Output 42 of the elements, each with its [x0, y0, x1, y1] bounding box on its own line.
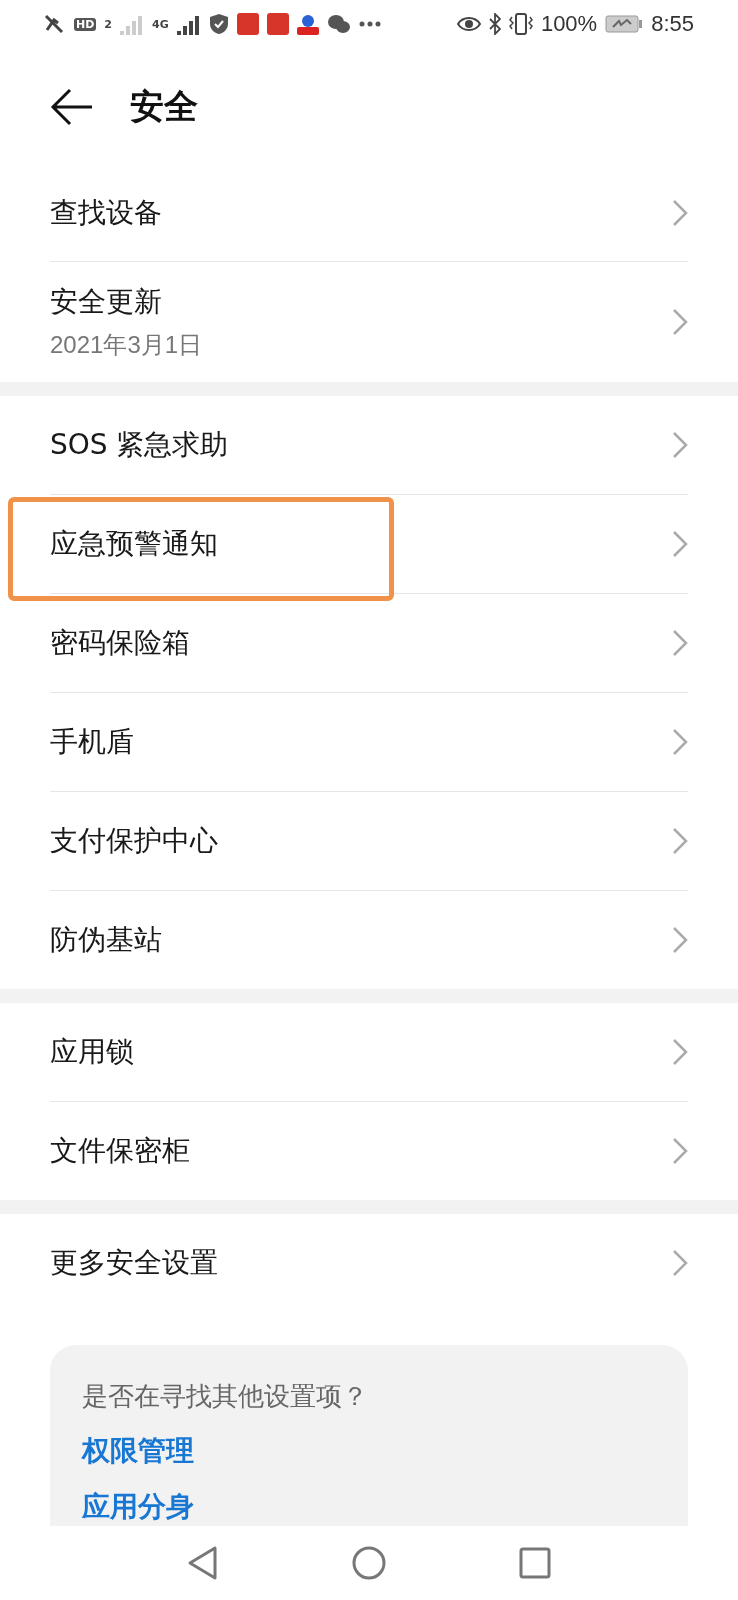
sim-slot-label: 2: [104, 17, 112, 31]
setting-label[interactable]: 防伪基站: [50, 920, 162, 959]
home-icon[interactable]: [351, 1544, 387, 1581]
setting-label[interactable]: 应急预警通知: [50, 524, 218, 563]
setting-label[interactable]: 应用锁: [50, 1032, 134, 1071]
page-title: 安全: [130, 84, 198, 128]
chevron-right-icon: [672, 628, 688, 657]
bluetooth-icon: [488, 13, 501, 36]
battery-percentage: 100%: [540, 11, 598, 38]
chevron-right-icon: [672, 529, 688, 558]
network-type-label: 4G: [152, 17, 169, 31]
setting-label[interactable]: 查找设备: [50, 194, 162, 233]
chevron-right-icon: [672, 1037, 688, 1066]
setting-subtitle: 2021年3月1日: [50, 330, 203, 361]
chevron-right-icon: [672, 430, 688, 459]
settings-link[interactable]: 应用分身: [82, 1487, 656, 1526]
chevron-right-icon: [672, 1136, 688, 1165]
eye-icon: [456, 15, 481, 34]
shield-icon: [208, 13, 229, 36]
chevron-right-icon: [672, 308, 688, 337]
setting-label[interactable]: 密码保险箱: [50, 623, 190, 662]
suggestion-question: 是否在寻找其他设置项？: [82, 1379, 369, 1413]
chevron-right-icon: [672, 925, 688, 954]
more-icon: [358, 21, 381, 28]
signal-icon: [176, 13, 201, 36]
chevron-right-icon: [672, 1248, 688, 1277]
setting-label[interactable]: 支付保护中心: [50, 821, 218, 860]
chevron-right-icon: [672, 199, 688, 228]
setting-label[interactable]: 安全更新: [50, 283, 203, 322]
hd-indicator: HD: [74, 17, 97, 31]
clock-time: 8:55: [651, 11, 694, 38]
setting-label[interactable]: 更多安全设置: [50, 1243, 218, 1282]
back-arrow-icon[interactable]: [50, 86, 94, 127]
chevron-right-icon: [672, 727, 688, 756]
setting-label[interactable]: 手机盾: [50, 722, 134, 761]
settings-link[interactable]: 权限管理: [82, 1431, 656, 1470]
setting-label[interactable]: 文件保密柜: [50, 1131, 190, 1170]
signal-icon: [120, 13, 144, 36]
battery-charging-icon: [605, 15, 644, 34]
vibrate-icon: [508, 13, 533, 36]
chevron-right-icon: [672, 826, 688, 855]
setting-label[interactable]: SOS 紧急求助: [50, 425, 229, 464]
